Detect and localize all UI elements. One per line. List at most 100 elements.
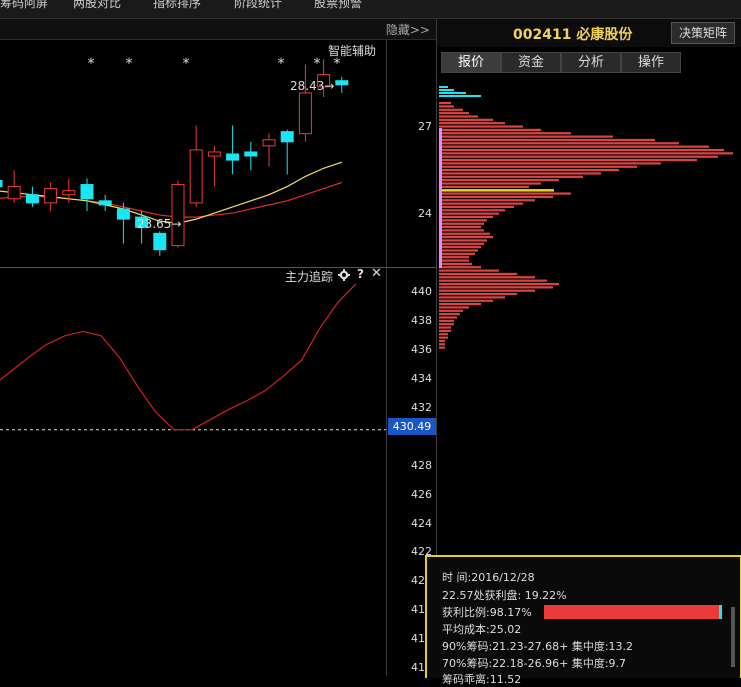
avg-cost-marker bbox=[439, 189, 554, 192]
low-price-label: 23.65→ bbox=[137, 217, 181, 231]
star-mark: * bbox=[126, 56, 133, 72]
candle bbox=[189, 125, 203, 207]
menu-item-indicator-sort[interactable]: 指标排序 bbox=[153, 0, 201, 11]
candle-body bbox=[0, 179, 3, 188]
chip-bar bbox=[439, 299, 493, 302]
candle-body bbox=[207, 151, 221, 157]
chip-bar bbox=[439, 242, 484, 245]
info-chip-70: 70%筹码:22.18-26.96+ 集中度:9.7 bbox=[442, 657, 627, 670]
stock-code: 002411 bbox=[513, 27, 572, 43]
chip-bar bbox=[439, 192, 571, 195]
indicator-title: 主力追踪 bbox=[285, 270, 334, 284]
chip-bar bbox=[439, 169, 619, 172]
chip-bar bbox=[439, 229, 484, 232]
menu-item-compare[interactable]: 两股对比 bbox=[73, 0, 121, 11]
chip-bar bbox=[439, 252, 475, 255]
chip-bar bbox=[439, 115, 478, 118]
chip-bar bbox=[439, 339, 445, 343]
candle bbox=[226, 125, 240, 175]
chip-info-box: 时 间:2016/12/28 22.57处获利盘: 19.22% 获利比例:98… bbox=[425, 555, 741, 686]
chip-bar bbox=[439, 323, 454, 326]
chip-bar bbox=[439, 313, 460, 316]
smart-assist-label[interactable]: 智能辅助 bbox=[328, 42, 376, 59]
chip-bar bbox=[439, 162, 661, 165]
help-icon[interactable]: ? bbox=[357, 267, 364, 281]
chip-bar bbox=[439, 175, 583, 178]
chip-bar bbox=[439, 319, 454, 322]
chip-bar bbox=[439, 282, 559, 286]
tab-quote[interactable]: 报价 bbox=[441, 52, 501, 73]
chip-bar bbox=[439, 102, 451, 105]
menu-item-chip-screen[interactable]: 筹码阿屏 bbox=[0, 0, 48, 11]
candle-body bbox=[298, 92, 312, 135]
chip-bar bbox=[439, 303, 481, 306]
tab-operation[interactable]: 操作 bbox=[621, 52, 681, 73]
chip-bar bbox=[439, 279, 547, 282]
menu-item-stage-stats[interactable]: 阶段统计 bbox=[234, 0, 282, 11]
indicator-axis-label: 428 bbox=[411, 458, 432, 472]
candle bbox=[171, 180, 185, 248]
candle bbox=[280, 129, 294, 175]
tab-funds[interactable]: 资金 bbox=[501, 52, 561, 73]
chip-bar-cyan bbox=[439, 92, 466, 94]
star-mark: * bbox=[183, 56, 190, 72]
chip-bar bbox=[439, 135, 613, 138]
candle bbox=[244, 141, 258, 171]
price-axis: 27 24 bbox=[388, 40, 436, 268]
chip-bar bbox=[439, 155, 718, 158]
chip-bar bbox=[439, 112, 469, 115]
chip-bar bbox=[439, 122, 505, 125]
candle-body bbox=[153, 232, 167, 251]
chip-bar bbox=[439, 165, 637, 168]
candlestick-chart[interactable]: * * * * * *28.43→23.65→ bbox=[0, 40, 386, 268]
menu-item-stock-alert[interactable]: 股票预警 bbox=[314, 0, 362, 11]
indicator-axis-label: 434 bbox=[411, 372, 432, 386]
decision-matrix-button[interactable]: 决策矩阵 bbox=[671, 22, 735, 44]
chip-bar bbox=[439, 296, 505, 299]
chip-bar bbox=[439, 343, 445, 346]
chart-toolbar: 隐藏>> bbox=[0, 19, 436, 40]
chip-bar bbox=[439, 333, 448, 336]
candle-body bbox=[171, 184, 185, 247]
chip-bar bbox=[439, 236, 493, 239]
scrollbar[interactable] bbox=[731, 607, 735, 667]
candle bbox=[98, 194, 112, 211]
candle-body bbox=[226, 153, 240, 161]
main-force-tracking-chart[interactable] bbox=[0, 268, 386, 676]
info-chip-90: 90%筹码:21.23-27.68+ 集中度:13.2 bbox=[442, 640, 634, 653]
gear-icon[interactable] bbox=[338, 269, 350, 281]
chip-bar bbox=[439, 239, 487, 242]
star-mark: * bbox=[314, 56, 321, 72]
tab-analysis[interactable]: 分析 bbox=[561, 52, 621, 73]
candle-body bbox=[335, 80, 349, 86]
current-value-tag: 430.49 bbox=[388, 418, 436, 435]
range-indicator bbox=[439, 128, 442, 268]
stock-header: 002411 必康股份 决策矩阵 bbox=[437, 19, 741, 47]
hide-button[interactable]: 隐藏>> bbox=[386, 21, 430, 38]
chip-bar bbox=[439, 199, 535, 202]
candle-body bbox=[244, 151, 258, 157]
chip-bar bbox=[439, 306, 469, 309]
chip-bar bbox=[439, 138, 655, 142]
indicator-axis-label: 426 bbox=[411, 487, 432, 501]
chip-bar bbox=[439, 272, 517, 276]
chart-axis-divider bbox=[386, 40, 387, 676]
chip-bar bbox=[439, 292, 517, 296]
chip-bar bbox=[439, 316, 457, 319]
candle-body bbox=[280, 131, 294, 143]
close-icon[interactable]: ✕ bbox=[371, 266, 382, 281]
chip-bar bbox=[439, 329, 451, 332]
chip-bar bbox=[439, 209, 505, 212]
main-force-line bbox=[0, 283, 357, 431]
chip-bar bbox=[439, 215, 493, 219]
candle-body bbox=[80, 184, 94, 200]
chip-bar bbox=[439, 276, 535, 279]
stock-name: 必康股份 bbox=[576, 27, 633, 43]
candle-body bbox=[116, 208, 130, 220]
chip-bar bbox=[439, 222, 484, 225]
chip-bar bbox=[439, 158, 697, 162]
chip-bar bbox=[439, 128, 541, 131]
right-panel-tabs: 报价 资金 分析 操作 bbox=[437, 52, 741, 73]
chip-bar-cyan bbox=[439, 89, 454, 91]
candle bbox=[7, 170, 21, 203]
